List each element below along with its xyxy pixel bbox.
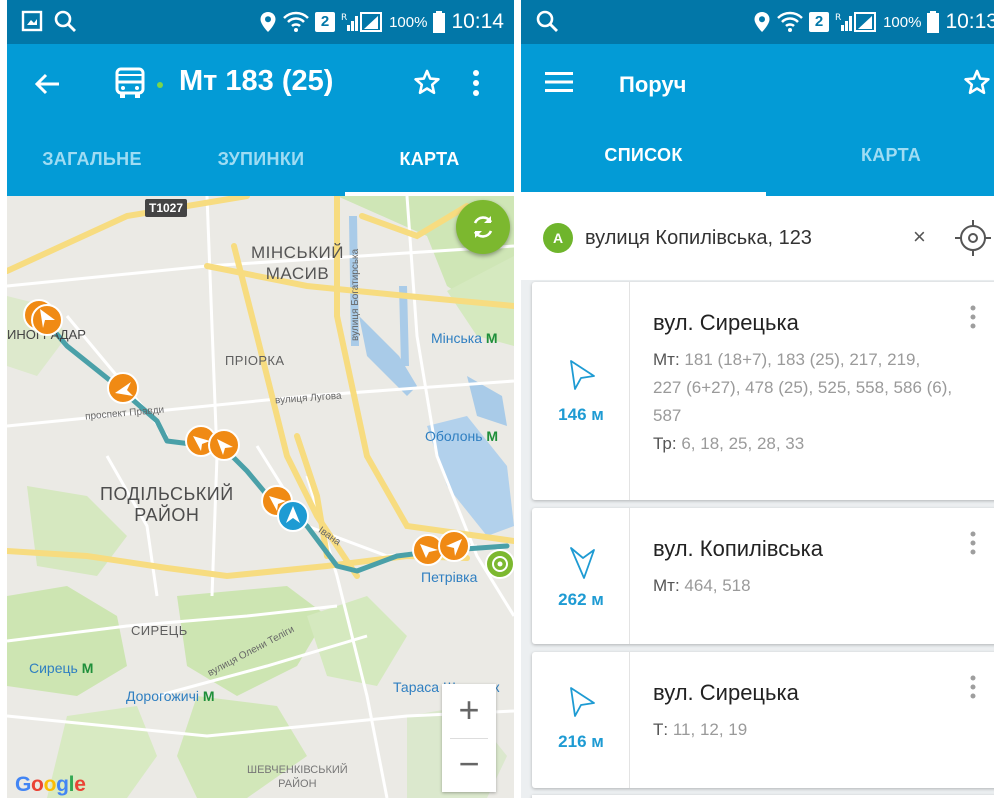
more-vert-icon[interactable] [969, 530, 977, 556]
address-search: A × [521, 196, 994, 280]
zoom-in-button[interactable]: + [442, 684, 496, 738]
stop-distance: 262 м [558, 590, 604, 609]
stop-name: вул. Сирецька [653, 680, 799, 705]
signal-icon: R [341, 12, 383, 32]
route-type: Мт: [653, 350, 680, 369]
clock: 10:14 [451, 10, 504, 33]
route-line: Мт: 464, 518 [653, 572, 953, 600]
google-logo: Google [15, 773, 86, 796]
battery-percent: 100% [883, 13, 922, 31]
point-a-badge: A [543, 223, 573, 253]
route-numbers: 11, 12, 19 [672, 720, 748, 739]
route-numbers: 181 (18+7), 183 (25), 217, 219, 227 (6+2… [653, 350, 953, 425]
direction-arrow-icon [570, 547, 595, 579]
stop-marker [23, 299, 470, 566]
address-input[interactable] [585, 220, 915, 256]
wifi-icon [777, 11, 803, 32]
search-icon [536, 10, 558, 32]
battery-icon [433, 11, 446, 33]
stop-name: вул. Сирецька [653, 310, 799, 335]
stop-distance: 146 м [558, 405, 604, 424]
battery-percent: 100% [389, 13, 428, 31]
route-line: Т: 11, 12, 19 [653, 716, 953, 744]
nearby-screen: 2 R 100% 10:13 Поруч СПИСОК КАРТА A × 14… [521, 0, 994, 798]
live-dot [157, 82, 163, 88]
status-bar: 2 R 100% 10:13 [521, 0, 994, 44]
direction-block: 262 м [532, 508, 630, 644]
search-icon [54, 10, 76, 32]
route-type: Тр: [653, 434, 677, 453]
app-bar: Поруч [521, 44, 994, 124]
gallery-icon [21, 10, 43, 32]
route-line: Мт: 181 (18+7), 183 (25), 217, 219, 227 … [653, 346, 953, 430]
clear-button[interactable]: × [913, 222, 926, 252]
direction-block: 146 м [532, 282, 630, 500]
status-bar: 2 R 100% 10:14 [7, 0, 514, 44]
tab-bar: СПИСОК КАРТА [521, 124, 994, 196]
sim-badge: 2 [809, 12, 830, 32]
refresh-icon [473, 216, 493, 238]
stop-routes: Мт: 464, 518 [653, 572, 953, 600]
wifi-icon [283, 11, 309, 32]
app-bar: Мт 183 (25) [7, 44, 514, 124]
battery-icon [927, 11, 940, 33]
route-line: Тр: 6, 18, 25, 28, 33 [653, 430, 953, 458]
tab-stops[interactable]: ЗУПИНКИ [177, 124, 345, 196]
route-title: Мт 183 (25) [179, 65, 334, 97]
stop-distance: 216 м [558, 732, 604, 751]
svg-text:R: R [835, 13, 841, 23]
stop-card[interactable]: 262 м вул. Копилівська Мт: 464, 518 [532, 508, 994, 644]
location-icon [754, 12, 770, 32]
back-arrow-icon[interactable] [33, 70, 61, 98]
clock: 10:13 [945, 10, 994, 33]
signal-icon: R [835, 12, 877, 32]
stop-card[interactable]: 146 м вул. Сирецька Мт: 181 (18+7), 183 … [532, 282, 994, 500]
star-outline-icon[interactable] [413, 68, 441, 96]
screen-title: Поруч [619, 72, 687, 97]
route-screen: 2 R 100% 10:14 Мт 183 (25) ЗАГАЛЬНЕ ЗУПИ… [7, 0, 514, 798]
tab-list[interactable]: СПИСОК [521, 120, 766, 192]
route-numbers: 464, 518 [684, 576, 751, 595]
menu-icon[interactable] [545, 71, 573, 93]
direction-block: 216 м [532, 652, 630, 788]
tab-map[interactable]: КАРТА [345, 124, 514, 196]
route-map[interactable]: T1027 МІНСЬКИЙ МАСИВ ИНОГРАДАР ПРІОРКА П… [7, 196, 514, 798]
stop-name: вул. Копилівська [653, 536, 824, 561]
tab-map[interactable]: КАРТА [766, 120, 994, 192]
my-location-icon[interactable] [953, 218, 993, 258]
stop-card[interactable]: 216 м вул. Сирецька Т: 11, 12, 19 [532, 652, 994, 788]
bus-icon [115, 67, 145, 98]
star-outline-icon[interactable] [963, 68, 991, 96]
route-type: Т: [653, 720, 669, 739]
sim-badge: 2 [315, 12, 336, 32]
more-vert-icon[interactable] [471, 68, 481, 98]
more-vert-icon[interactable] [969, 304, 977, 330]
zoom-controls: + − [442, 684, 496, 792]
tab-bar: ЗАГАЛЬНЕ ЗУПИНКИ КАРТА [7, 124, 514, 196]
zoom-out-button[interactable]: − [442, 738, 496, 792]
route-type: Мт: [653, 576, 680, 595]
direction-arrow-icon [570, 687, 595, 717]
stop-routes: Т: 11, 12, 19 [653, 716, 953, 744]
route-markers [23, 299, 514, 579]
stop-routes: Мт: 181 (18+7), 183 (25), 217, 219, 227 … [653, 346, 953, 458]
refresh-fab[interactable] [456, 200, 510, 254]
route-numbers: 6, 18, 25, 28, 33 [681, 434, 805, 453]
location-icon [260, 12, 276, 32]
more-vert-icon[interactable] [969, 674, 977, 700]
direction-arrow-icon [570, 360, 595, 390]
tab-general[interactable]: ЗАГАЛЬНЕ [7, 124, 177, 196]
svg-text:R: R [341, 13, 347, 23]
